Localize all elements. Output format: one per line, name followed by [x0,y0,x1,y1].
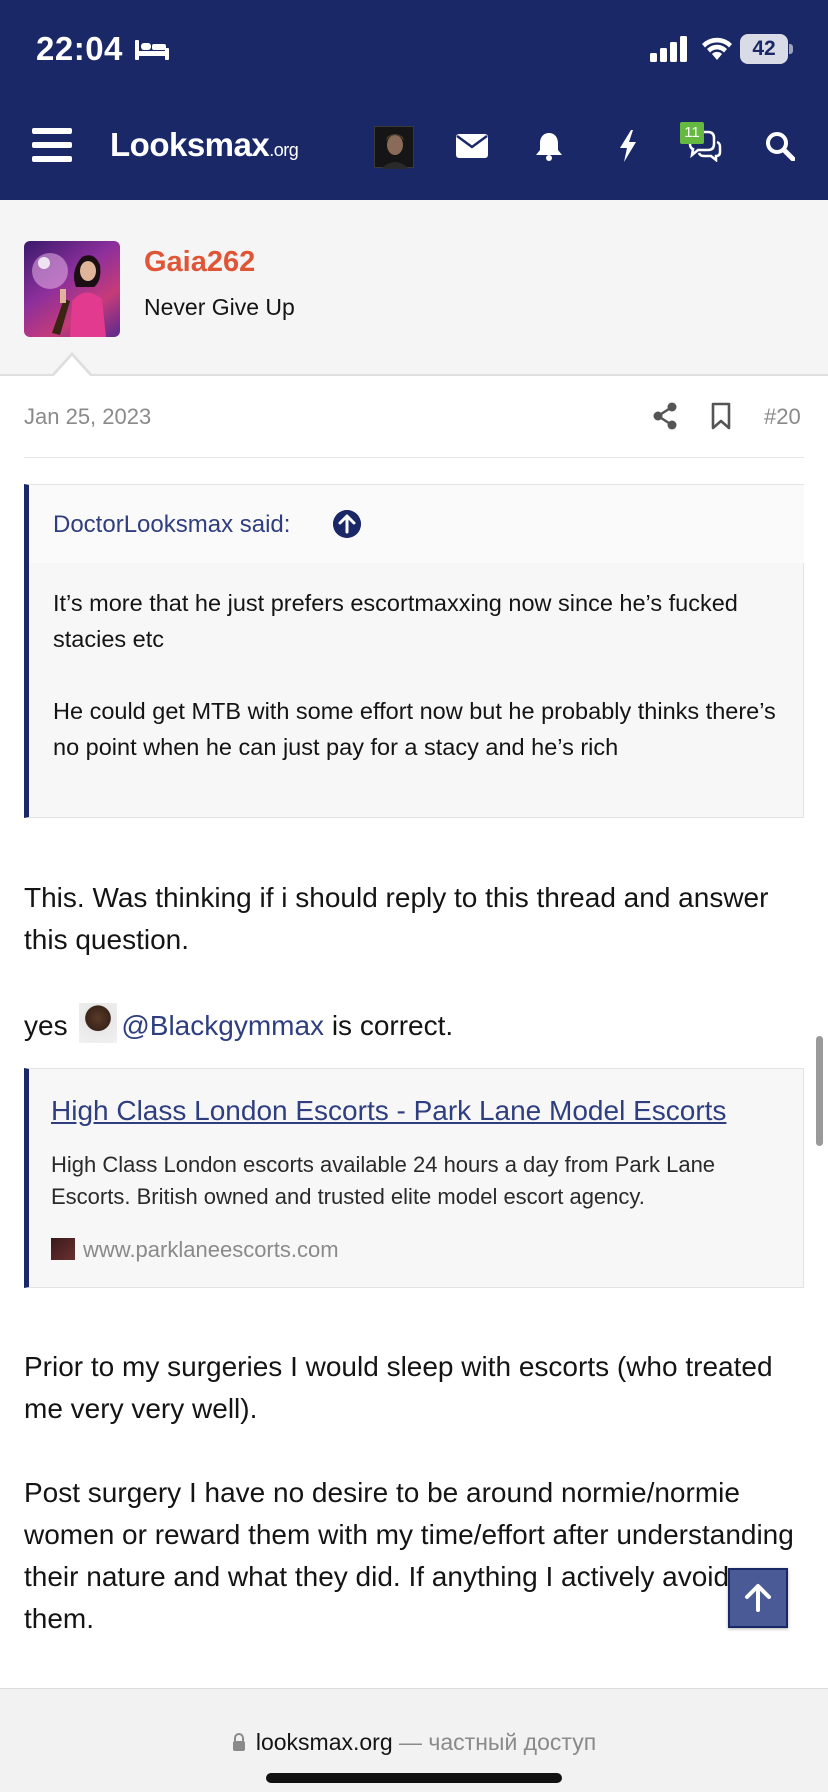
bed-icon [135,40,169,60]
bookmark-icon[interactable] [710,402,732,430]
arrow-up-circle-icon[interactable] [333,510,361,538]
mention-suffix: is correct. [331,1010,454,1041]
scrollbar[interactable] [816,1036,823,1146]
quote-author[interactable]: DoctorLooksmax said: [53,511,290,539]
arrow-up-icon [745,1584,771,1612]
menu-icon[interactable] [32,128,72,164]
link-preview-site[interactable]: www.parklaneescorts.com [51,1237,339,1263]
quote-header: DoctorLooksmax said: [29,485,804,563]
status-time: 22:04 [36,30,123,67]
browser-private-label: — частный доступ [392,1729,597,1755]
post-paragraph: Post surgery I have no desire to be arou… [24,1477,794,1634]
author-avatar-image [32,253,106,337]
scroll-to-top-button[interactable] [728,1568,788,1628]
logo-suffix: .org [269,140,299,160]
chat-badge: 11 [680,122,704,144]
battery-level: 42 [740,34,788,64]
top-header: 22:04 42 Looksmax.org 11 [0,0,828,200]
post-paragraph: Prior to my surgeries I would sleep with… [24,1351,773,1424]
user-mention-link[interactable]: @Blackgymmax [121,1010,324,1041]
browser-address-bar[interactable]: looksmax.org — частный доступ [0,1688,828,1792]
battery-tip [789,44,793,54]
link-preview-title[interactable]: High Class London Escorts - Park Lane Mo… [51,1095,726,1127]
author-avatar[interactable] [24,241,120,337]
profile-arrow-fill [54,356,90,376]
mention-prefix: yes [24,1010,68,1041]
lock-icon [232,1733,245,1751]
account-avatar[interactable] [374,126,414,169]
author-user-title: Never Give Up [144,294,295,320]
site-navbar: Looksmax.org 11 [0,100,828,200]
post-date[interactable]: Jan 25, 2023 [24,404,151,430]
signal-icon [650,36,687,62]
post-number[interactable]: #20 [764,404,801,430]
post-meta: Jan 25, 2023 #20 [24,376,804,458]
wifi-icon [702,37,732,60]
quote-block: DoctorLooksmax said: It’s more that he j… [24,484,804,818]
link-preview-description: High Class London escorts available 24 h… [51,1152,716,1209]
status-bar: 22:04 42 [0,0,828,100]
quote-body: It’s more that he just prefers escortmax… [53,585,783,765]
browser-url[interactable]: looksmax.org — частный доступ [0,1729,828,1756]
author-name[interactable]: Gaia262 [144,246,255,279]
home-indicator[interactable] [266,1773,562,1783]
bolt-icon[interactable] [610,128,646,164]
mention-avatar[interactable] [79,1003,118,1043]
mail-icon[interactable] [454,128,490,164]
site-logo[interactable]: Looksmax.org [110,126,299,164]
site-favicon [51,1238,75,1260]
quote-paragraph: He could get MTB with some effort now bu… [53,698,776,760]
link-preview-domain: www.parklaneescorts.com [83,1237,339,1262]
quote-paragraph: It’s more that he just prefers escortmax… [53,590,738,652]
search-icon[interactable] [762,128,798,164]
post-paragraph-mention: yes @Blackgymmax is correct. [24,1003,804,1047]
bell-icon[interactable] [531,128,567,164]
post-paragraph: This. Was thinking if i should reply to … [24,882,769,955]
battery-indicator: 42 [740,34,793,64]
browser-domain: looksmax.org [255,1729,393,1755]
share-icon[interactable] [652,402,678,430]
post-author-block: Gaia262 Never Give Up [0,200,828,376]
account-avatar-image [381,134,409,169]
link-preview-card: High Class London Escorts - Park Lane Mo… [24,1068,804,1288]
logo-text: Looksmax [110,126,270,163]
